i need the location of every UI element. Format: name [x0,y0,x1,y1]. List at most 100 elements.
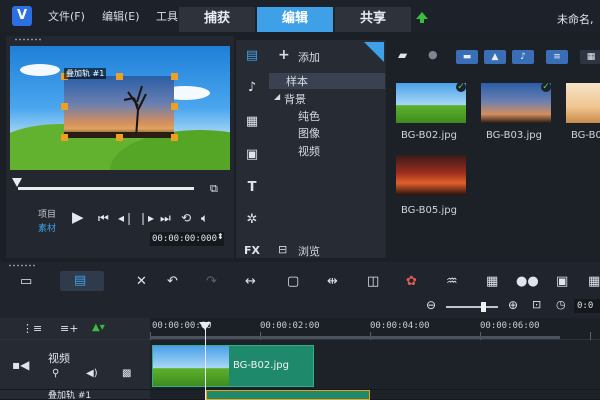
timeline-view-button[interactable]: ▤ [60,271,104,291]
expand-arrow-icon[interactable]: ◢ [274,92,280,101]
thumbnail-bg-b04[interactable] [566,83,600,123]
library-sidebar: ▤ ♪ ▦ ▣ T ✲ FX [236,40,268,258]
audio-library-icon[interactable]: ♪ [242,80,262,96]
multi-camera-icon[interactable]: ▦ [486,274,498,289]
video-clip[interactable]: BG-B02.jpg [152,345,314,387]
next-frame-icon[interactable]: ❘▸ [138,211,154,225]
show-photo-icon[interactable]: ▲ [484,50,506,64]
track-manager-icon[interactable]: ⋮≡ [22,322,42,335]
fit-project-icon[interactable]: ↔ [245,274,256,289]
play-icon[interactable]: ▶ [72,208,84,226]
browse-icon[interactable]: ⊟ [278,243,287,256]
browse-label[interactable]: 浏览 [298,243,320,259]
video-track-name: 视频 [48,352,70,365]
audio-wave-icon[interactable]: ♒ [446,274,458,289]
resize-handle[interactable] [171,103,178,110]
overlay-track-area[interactable] [150,390,600,400]
add-folder-label[interactable]: 添加 [298,49,320,65]
show-audio-icon[interactable]: ♪ [512,50,534,64]
add-chapter-icon[interactable]: ≡+ [60,322,78,335]
zoom-slider-knob[interactable] [481,302,486,312]
repeat-icon[interactable]: ⟲ [181,211,191,225]
overlay-clip[interactable] [206,390,370,400]
zoom-slider[interactable] [446,306,498,308]
resize-handle[interactable] [171,134,178,141]
pin-corner-icon[interactable] [364,42,384,62]
scrub-bar[interactable] [18,187,194,190]
fit-timeline-icon[interactable]: ⊡ [532,298,541,311]
preview-range-bar [150,336,560,339]
transition-icon[interactable]: ▣ [242,147,262,163]
tools-icon[interactable]: ✕ [136,274,147,289]
project-mode-label[interactable]: 项目 [38,207,56,220]
volume-icon[interactable]: 🔈︎ [201,211,208,226]
tab-share[interactable]: 共享 [335,7,411,32]
panel-grip[interactable] [8,264,36,267]
tab-edit[interactable]: 编辑 [257,7,333,32]
playhead[interactable] [205,324,206,400]
menu-tools[interactable]: 工具 [156,8,178,24]
resize-handle[interactable] [61,134,68,141]
ripple-edit-icon[interactable]: ▲▾ [92,322,105,333]
import-icon[interactable]: ● [428,48,438,61]
home-icon[interactable]: ⏮ [98,211,109,226]
track-volume-icon[interactable]: ◀) [86,368,98,379]
ripple-icon[interactable]: ▩ [122,368,131,379]
more-icon[interactable]: ▦ [588,274,600,289]
subtitle-icon[interactable]: ▣ [556,274,568,289]
playhead-marker[interactable] [199,322,211,330]
undo-icon[interactable]: ↶ [167,274,178,289]
link-icon[interactable]: ⚲ [52,368,59,379]
project-duration: 0:0 [574,299,600,313]
filter-fx-icon[interactable]: FX [242,244,262,260]
resize-handle[interactable] [61,103,68,110]
folder-icon[interactable]: ▰ [398,48,407,62]
thumbnail-bg-b05[interactable] [396,155,466,195]
timeline-view-icon: ▤ [74,273,87,288]
clock-icon[interactable]: ◷ [556,298,566,311]
color-effect-icon[interactable]: ✿ [406,274,417,289]
zoom-in-icon[interactable]: ⊕ [508,298,518,312]
project-name: 未命名, [557,13,594,26]
thumbnail-view-icon[interactable]: ▦ [580,50,600,64]
timecode-display[interactable]: 00:00:00:000 [150,232,224,246]
list-view-icon[interactable]: ≡ [546,50,568,64]
split-icon[interactable]: ⇹ [327,274,338,289]
tab-capture[interactable]: 捕获 [179,7,255,32]
show-video-icon[interactable]: ▬ [456,50,478,64]
timeline-ruler[interactable]: 00:00:00:00 00:00:02:00 00:00:04:00 00:0… [150,318,600,340]
previous-frame-icon[interactable]: ◂❘ [118,211,134,225]
video-track-area[interactable]: BG-B02.jpg [150,340,600,390]
resize-handle[interactable] [116,134,123,141]
screen-record-icon[interactable]: ▢ [287,274,299,289]
storyboard-view-icon[interactable]: ▭ [20,274,32,289]
motion-icon[interactable]: ●● [516,274,539,289]
end-icon[interactable]: ⏭ [160,211,171,226]
overlay-track-header: 叠加轨 #1 [0,390,150,400]
tree-item-solid-color[interactable]: 纯色 [298,108,320,124]
add-icon[interactable]: + [278,47,290,63]
media-library-icon[interactable]: ▤ [242,48,262,64]
resize-handle[interactable] [171,73,178,80]
tree-item-background[interactable]: 背景 [284,91,306,107]
tree-item-image[interactable]: 图像 [298,125,320,141]
enlarge-preview-icon[interactable]: ⧉ [210,182,218,196]
upload-arrow-icon[interactable] [416,12,428,23]
panel-grip[interactable] [14,38,42,41]
trim-icon[interactable]: ◫ [367,274,379,289]
clip-mode-label[interactable]: 素材 [38,221,56,234]
video-track-icon[interactable]: ▪◀ [12,358,29,372]
zoom-out-icon[interactable]: ⊖ [426,298,436,312]
scrubber-handle[interactable] [12,178,22,187]
title-icon[interactable]: T [242,180,262,196]
resize-handle[interactable] [116,73,123,80]
menu-file[interactable]: 文件(F) [48,8,85,24]
overlay-clip-preview[interactable] [64,76,174,139]
tree-item-video[interactable]: 视频 [298,143,320,159]
redo-icon[interactable]: ↷ [206,274,217,289]
timecode-stepper-icon[interactable]: ⬍ [217,232,224,241]
tree-item-samples[interactable]: 样本 [269,73,385,89]
instant-project-icon[interactable]: ▦ [242,114,262,130]
graphic-icon[interactable]: ✲ [242,212,262,228]
menu-edit[interactable]: 编辑(E) [102,8,140,24]
